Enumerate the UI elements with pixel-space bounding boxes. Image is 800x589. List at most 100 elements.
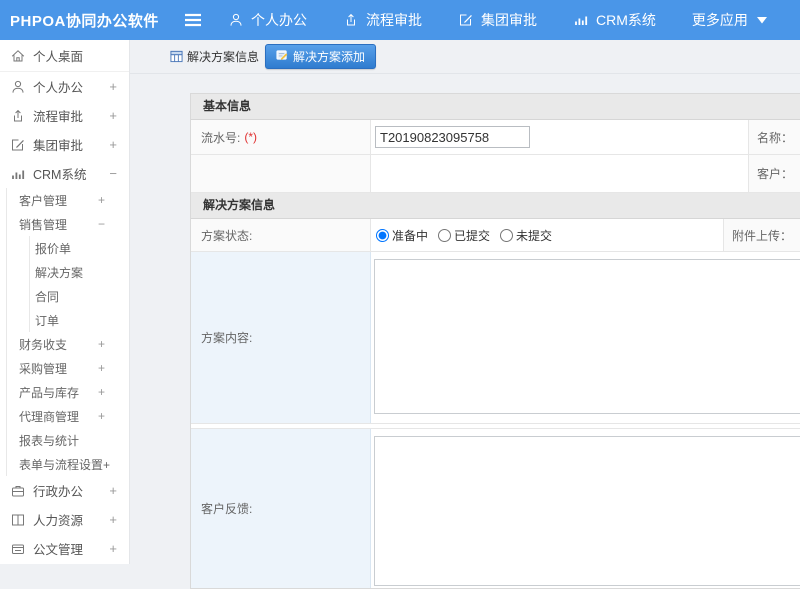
sidebar-item-label: 采购管理 <box>19 361 68 376</box>
sidebar-item-label: 个人桌面 <box>33 50 84 64</box>
sidebar-item-人力资源[interactable]: 人力资源 + <box>0 505 129 534</box>
workflow-icon <box>343 12 359 28</box>
tab-solution-info[interactable]: 解决方案信息 <box>170 48 259 65</box>
expand-plus-icon[interactable]: + <box>109 108 117 123</box>
solution-form-panel: 基本信息 流水号: (*) 名称： 客户： <box>190 93 800 589</box>
status-option-1[interactable]: 已提交 <box>438 227 490 244</box>
collapse-minus-icon[interactable]: − <box>98 217 105 231</box>
status-option-2[interactable]: 未提交 <box>500 227 552 244</box>
expand-plus-icon[interactable]: + <box>98 409 105 423</box>
feedback-row: 客户反馈: <box>191 428 800 588</box>
app-logo: PHPOA协同办公软件 <box>10 12 159 30</box>
status-option-label: 已提交 <box>454 228 491 243</box>
sidebar-item-客户管理[interactable]: 客户管理 + <box>7 188 129 212</box>
expand-plus-icon[interactable]: + <box>109 483 117 498</box>
sidebar-item-集团审批[interactable]: 集团审批 + <box>0 130 129 159</box>
sidebar-item-财务收支[interactable]: 财务收支 + <box>7 332 129 356</box>
content-label: 方案内容: <box>201 331 253 345</box>
topnav-item-label: 流程审批 <box>366 12 422 28</box>
sidebar-item-label: 合同 <box>35 289 60 304</box>
sidebar-item-订单[interactable]: 订单 <box>30 308 129 332</box>
tab-bar: 解决方案信息 解决方案添加 <box>130 40 800 74</box>
customer-label-cell: 客户： <box>749 155 800 192</box>
collapse-minus-icon[interactable]: − <box>109 166 117 181</box>
sidebar-item-个人桌面[interactable]: 个人桌面 <box>0 40 129 72</box>
book-icon <box>10 512 26 528</box>
hamburger-menu-icon[interactable] <box>184 13 202 27</box>
serial-input[interactable] <box>375 126 530 148</box>
topnav-item-label: 集团审批 <box>481 12 537 28</box>
topnav-item-2[interactable]: 集团审批 <box>458 10 537 30</box>
expand-plus-icon[interactable]: + <box>109 137 117 152</box>
sidebar-item-公文管理[interactable]: 公文管理 + <box>0 534 129 563</box>
sidebar-item-label: 集团审批 <box>33 139 84 153</box>
sidebar-item-流程审批[interactable]: 流程审批 + <box>0 101 129 130</box>
status-radio[interactable] <box>376 228 389 242</box>
sidebar-item-label: 个人办公 <box>33 81 84 95</box>
sidebar-item-label: 订单 <box>35 313 60 328</box>
sidebar-item-解决方案[interactable]: 解决方案 <box>30 260 129 284</box>
expand-plus-icon[interactable]: + <box>109 512 117 527</box>
feedback-field-cell <box>371 429 800 588</box>
status-radio[interactable] <box>438 228 452 242</box>
topnav-item-0[interactable]: 个人办公 <box>228 10 307 30</box>
status-label-cell: 方案状态: <box>191 219 371 251</box>
solution-add-label: 解决方案添加 <box>293 50 366 64</box>
sidebar-item-label: CRM系统 <box>33 168 87 182</box>
topbar: PHPOA协同办公软件 个人办公 流程审批 集团审批 CRM系统 更多应用 <box>0 0 800 40</box>
topnav: 个人办公 流程审批 集团审批 CRM系统 更多应用 <box>228 10 767 30</box>
topnav-item-label: CRM系统 <box>596 12 656 28</box>
sidebar: 个人桌面 个人办公 + 流程审批 + 集团审批 + CRM系统 − 客户管理 + 销售管理 − 报价单 解决… <box>0 40 130 564</box>
sidebar-item-label: 产品与库存 <box>19 385 80 400</box>
feedback-label: 客户反馈: <box>201 502 253 516</box>
status-option-0[interactable]: 准备中 <box>376 227 428 244</box>
solution-add-button[interactable]: 解决方案添加 <box>265 44 377 69</box>
topnav-item-3[interactable]: CRM系统 <box>573 10 656 30</box>
sidebar-item-销售管理[interactable]: 销售管理 − <box>7 212 129 236</box>
edit-icon <box>458 12 474 28</box>
serial-label-cell: 流水号: (*) <box>191 120 371 154</box>
topnav-item-1[interactable]: 流程审批 <box>343 10 422 30</box>
topnav-item-4[interactable]: 更多应用 <box>692 10 767 30</box>
sidebar-item-label: 客户管理 <box>19 193 68 208</box>
sidebar-item-报价单[interactable]: 报价单 <box>30 236 129 260</box>
attachment-label-cell: 附件上传： <box>724 219 800 251</box>
document-icon <box>10 541 26 557</box>
content-label-cell: 方案内容: <box>191 252 371 423</box>
required-mark: (*) <box>244 130 258 144</box>
status-radio[interactable] <box>500 228 514 242</box>
sidebar-submenu: 客户管理 + 销售管理 − 报价单 解决方案 合同 订单 财务收支 + 采购管理 + 产品与库存 + 代理商… <box>6 188 129 476</box>
customer-label: 客户： <box>757 167 794 181</box>
workflow-icon <box>10 108 26 124</box>
user-icon <box>228 12 244 28</box>
sidebar-item-表单与流程设置+[interactable]: 表单与流程设置+ <box>7 452 129 476</box>
content-textarea[interactable] <box>374 259 800 414</box>
sidebar-item-代理商管理[interactable]: 代理商管理 + <box>7 404 129 428</box>
sidebar-item-个人办公[interactable]: 个人办公 + <box>0 72 129 101</box>
sidebar-item-合同[interactable]: 合同 <box>30 284 129 308</box>
sidebar-item-报表与统计[interactable]: 报表与统计 <box>7 428 129 452</box>
serial-field-cell <box>371 120 749 154</box>
expand-plus-icon[interactable]: + <box>109 79 117 94</box>
form-add-icon <box>276 49 289 65</box>
sidebar-item-label: 代理商管理 <box>19 409 80 424</box>
empty-field-cell <box>371 155 749 192</box>
sidebar-item-采购管理[interactable]: 采购管理 + <box>7 356 129 380</box>
sidebar-item-CRM系统[interactable]: CRM系统 − <box>0 159 129 188</box>
expand-plus-icon[interactable]: + <box>109 541 117 556</box>
section-header-solution: 解决方案信息 <box>191 193 800 219</box>
expand-plus-icon[interactable]: + <box>98 193 105 207</box>
sidebar-item-产品与库存[interactable]: 产品与库存 + <box>7 380 129 404</box>
name-label: 名称： <box>757 130 794 145</box>
topnav-item-label: 个人办公 <box>251 12 307 28</box>
expand-plus-icon[interactable]: + <box>98 385 105 399</box>
expand-plus-icon[interactable]: + <box>98 361 105 375</box>
sidebar-item-label: 报价单 <box>35 241 72 256</box>
sidebar-item-行政办公[interactable]: 行政办公 + <box>0 476 129 505</box>
briefcase-icon <box>10 483 26 499</box>
sidebar-item-label: 表单与流程设置+ <box>19 457 111 472</box>
expand-plus-icon[interactable]: + <box>98 337 105 351</box>
sidebar-item-label: 行政办公 <box>33 485 84 499</box>
status-option-label: 准备中 <box>392 228 429 243</box>
sidebar-item-label: 解决方案 <box>35 265 84 280</box>
